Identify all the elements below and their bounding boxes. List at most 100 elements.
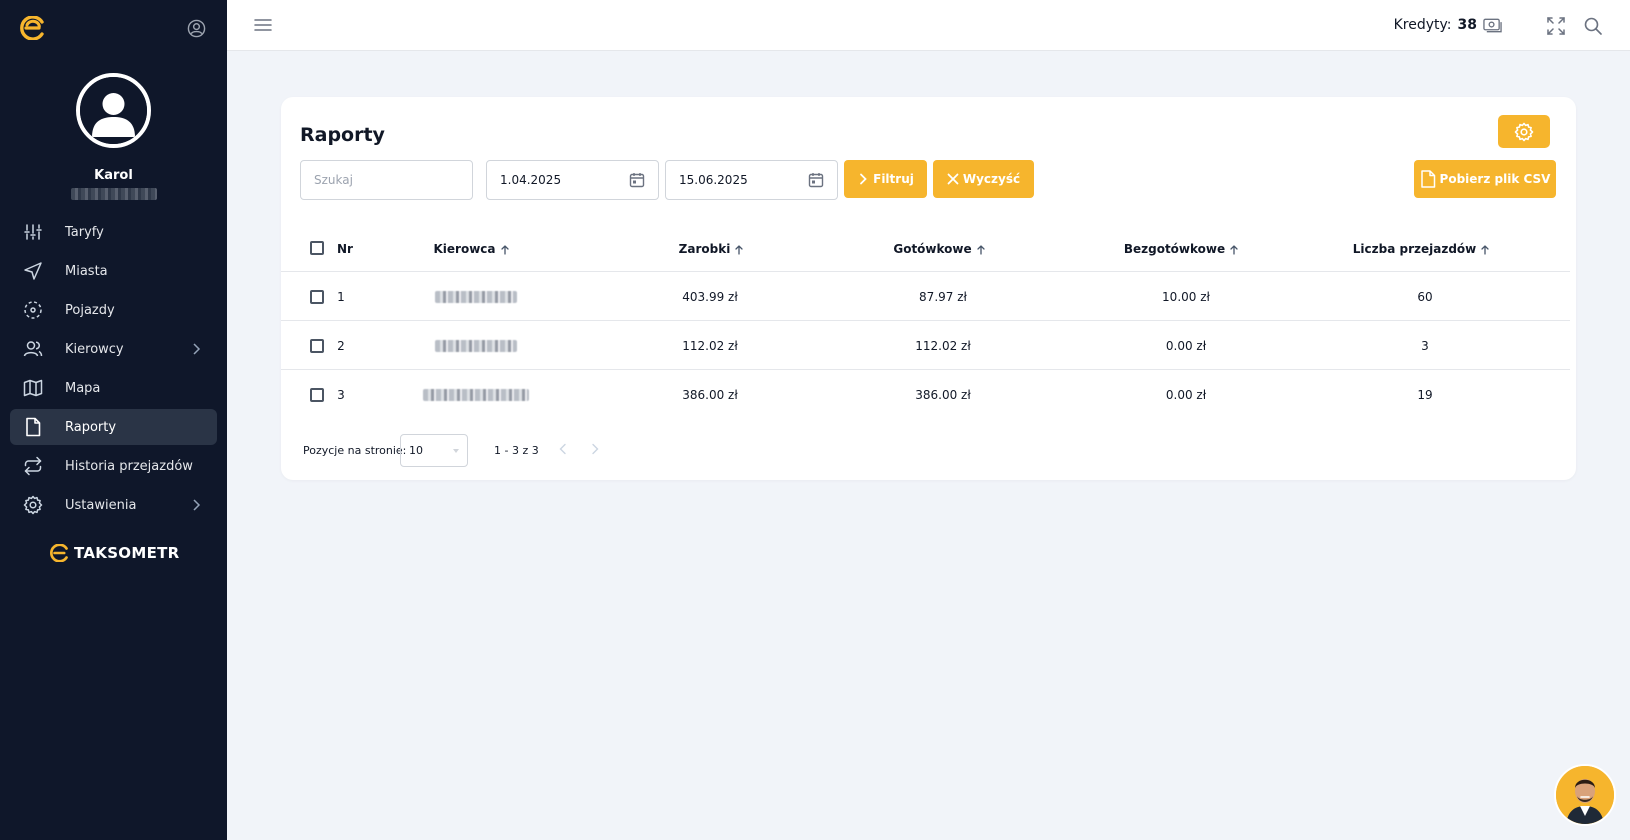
chevron-down-icon: [453, 449, 459, 453]
sidebar-item-ustawienia[interactable]: Ustawienia: [10, 487, 217, 523]
vehicle-icon: [23, 300, 43, 320]
top-bar: Kredyty: 38: [227, 0, 1630, 51]
users-icon: [23, 339, 43, 359]
sidebar: Karol Taryfy Miasta Pojazdy Kierowcy Map…: [0, 0, 227, 840]
sliders-icon: [23, 222, 43, 242]
credits-indicator: Kredyty: 38: [1394, 17, 1502, 33]
page-size-select[interactable]: 10: [400, 434, 468, 467]
brand-name: TAKSOMETR: [74, 544, 180, 562]
date-to-value: 15.06.2025: [679, 173, 748, 187]
sidebar-item-kierowcy[interactable]: Kierowcy: [10, 331, 217, 367]
page-title: Raporty: [300, 124, 385, 146]
sidebar-item-miasta[interactable]: Miasta: [10, 253, 217, 289]
sidebar-item-label: Kierowcy: [65, 341, 124, 357]
cell-cash: 87.97 zł: [919, 289, 967, 304]
download-csv-button[interactable]: Pobierz plik CSV: [1414, 160, 1556, 198]
page-size-value: 10: [409, 444, 423, 457]
sidebar-item-label: Pojazdy: [65, 302, 115, 318]
driver-name-redacted: [423, 389, 529, 401]
cell-nr: 1: [337, 289, 345, 304]
col-rides[interactable]: Liczba przejazdów: [1331, 227, 1511, 271]
filter-button[interactable]: Filtruj: [844, 160, 927, 198]
sidebar-item-label: Ustawienia: [65, 497, 137, 513]
user-email-redacted: [71, 188, 157, 200]
cell-earnings: 112.02 zł: [682, 338, 738, 353]
date-to-field[interactable]: 15.06.2025: [665, 160, 838, 200]
col-nr: Nr: [335, 227, 355, 271]
cell-nr: 3: [337, 388, 345, 402]
repeat-icon: [23, 456, 43, 476]
cell-cashless: 0.00 zł: [1165, 338, 1207, 353]
cell-driver: [426, 273, 526, 320]
row-checkbox[interactable]: [310, 339, 324, 353]
table-header: Nr Kierowca Zarobki Gotówkowe Bezgotówko…: [281, 227, 1570, 272]
sidebar-item-pojazdy[interactable]: Pojazdy: [10, 292, 217, 328]
table-row[interactable]: 1 403.99 zł 87.97 zł 10.00 zł 60: [281, 273, 1570, 321]
assistant-avatar-icon: [1556, 766, 1614, 824]
col-nr-label: Nr: [337, 242, 353, 256]
row-checkbox[interactable]: [310, 388, 324, 402]
col-driver[interactable]: Kierowca: [421, 227, 521, 271]
col-earnings-label: Zarobki: [678, 242, 731, 256]
clear-button-label: Wyczyść: [962, 172, 1021, 186]
fullscreen-icon[interactable]: [1547, 17, 1565, 35]
cell-nr: 2: [337, 338, 345, 353]
navigation-icon: [23, 261, 43, 281]
cell-cashless: 0.00 zł: [1165, 388, 1207, 402]
page-size-label: Pozycje na stronie:: [303, 444, 407, 457]
sidebar-item-historia[interactable]: Historia przejazdów: [10, 448, 217, 484]
credits-label: Kredyty:: [1393, 17, 1452, 33]
gear-icon: [23, 495, 43, 515]
clear-button[interactable]: Wyczyść: [933, 160, 1034, 198]
cell-driver: [411, 371, 541, 419]
sort-arrow-up-icon: [500, 245, 509, 255]
sort-arrow-up-icon: [1481, 245, 1489, 255]
search-input[interactable]: [314, 173, 472, 187]
chevron-right-icon: [193, 343, 201, 355]
col-earnings[interactable]: Zarobki: [661, 227, 761, 271]
chevron-right-icon: [193, 499, 201, 511]
driver-name-redacted: [435, 290, 517, 303]
banknote-icon[interactable]: [1483, 17, 1502, 33]
chevron-left-icon[interactable]: [557, 443, 569, 455]
file-icon: [23, 417, 43, 437]
col-cash-label: Gotówkowe: [893, 242, 972, 256]
filter-button-label: Filtruj: [873, 172, 914, 186]
calendar-icon[interactable]: [808, 172, 824, 188]
search-field[interactable]: [300, 160, 473, 200]
cell-rides: 3: [1421, 338, 1429, 353]
calendar-icon[interactable]: [629, 172, 645, 188]
search-icon[interactable]: [1584, 17, 1602, 35]
sidebar-item-taryfy[interactable]: Taryfy: [10, 214, 217, 250]
app-logo-icon[interactable]: [18, 16, 46, 40]
table-row[interactable]: 3 386.00 zł 386.00 zł 0.00 zł 19: [281, 371, 1570, 419]
date-from-field[interactable]: 1.04.2025: [486, 160, 659, 200]
assistant-chat-avatar[interactable]: [1554, 764, 1616, 826]
col-rides-label: Liczba przejazdów: [1352, 242, 1477, 256]
col-cash[interactable]: Gotówkowe: [879, 227, 999, 271]
chevron-right-icon: [860, 173, 867, 185]
row-checkbox[interactable]: [310, 290, 324, 304]
user-circle-icon[interactable]: [187, 19, 206, 38]
hamburger-menu-icon[interactable]: [254, 17, 272, 33]
credits-value: 38: [1457, 17, 1477, 33]
sidebar-item-mapa[interactable]: Mapa: [10, 370, 217, 406]
sidebar-nav: Taryfy Miasta Pojazdy Kierowcy Mapa Rapo…: [10, 214, 217, 526]
col-cashless[interactable]: Bezgotówkowe: [1111, 227, 1251, 271]
cell-earnings: 403.99 zł: [682, 289, 738, 304]
date-from-value: 1.04.2025: [500, 173, 562, 187]
sidebar-item-label: Taryfy: [65, 224, 104, 240]
table-settings-button[interactable]: [1498, 115, 1550, 148]
cell-cashless: 10.00 zł: [1162, 289, 1210, 304]
cell-driver: [426, 322, 526, 369]
gear-icon: [1514, 122, 1534, 141]
select-all-checkbox[interactable]: [310, 241, 324, 255]
sidebar-item-raporty[interactable]: Raporty: [10, 409, 217, 445]
table-row[interactable]: 2 112.02 zł 112.02 zł 0.00 zł 3: [281, 322, 1570, 370]
driver-name-redacted: [435, 339, 517, 352]
chevron-right-icon[interactable]: [589, 443, 601, 455]
page-range: 1 - 3 z 3: [494, 444, 539, 457]
cell-rides: 19: [1417, 388, 1433, 402]
sort-arrow-up-icon: [735, 245, 743, 255]
reports-card: Raporty 1.04.2025 15.06.2025 Filtruj Wyc…: [281, 97, 1576, 480]
